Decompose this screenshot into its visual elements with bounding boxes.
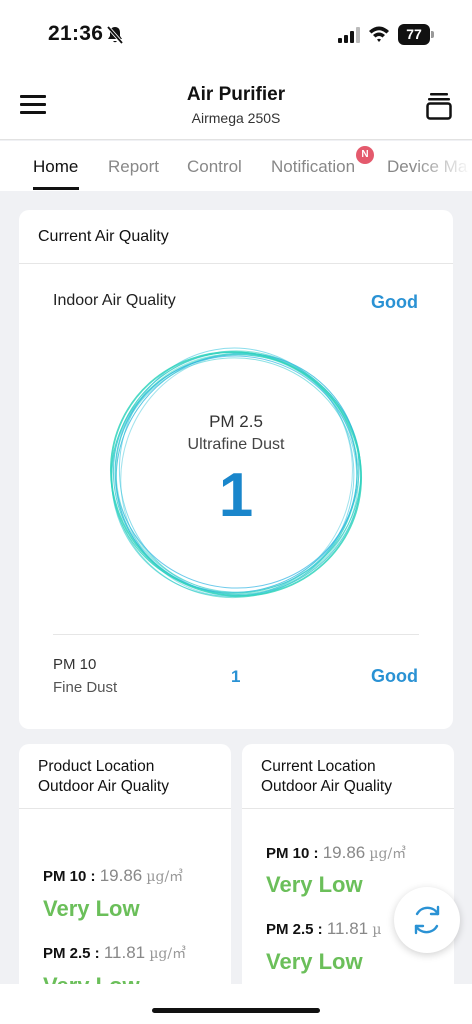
tab-bar: Home Report Control Notification Device … xyxy=(0,141,472,191)
app-header: Air Purifier Airmega 250S xyxy=(0,70,472,140)
current-air-quality-card: Current Air Quality Indoor Air Quality G… xyxy=(19,210,453,729)
refresh-button[interactable] xyxy=(394,887,460,953)
indoor-air-quality-label: Indoor Air Quality xyxy=(53,292,176,309)
product-pm10-row: PM 10 : 19.86 µg/㎥ xyxy=(43,866,183,886)
tab-control[interactable]: Control xyxy=(187,157,242,177)
current-pm25-unit: µ xyxy=(372,922,382,938)
product-location-card[interactable]: Product Location Outdoor Air Quality PM … xyxy=(19,744,231,1004)
current-location-title: Current Location Outdoor Air Quality xyxy=(261,757,392,797)
page-title: Air Purifier xyxy=(186,84,286,105)
home-indicator[interactable] xyxy=(152,1008,320,1013)
active-tab-indicator xyxy=(33,187,79,190)
status-time: 21:36 xyxy=(48,22,104,45)
card-title: Current Air Quality xyxy=(38,228,169,245)
status-bar: 21:36 77 xyxy=(0,0,472,70)
pm10-value: 1 xyxy=(231,667,241,686)
pm25-label: PM 2.5 xyxy=(209,412,263,431)
pm25-sublabel: Ultrafine Dust xyxy=(187,436,285,453)
notification-badge: N xyxy=(356,146,374,164)
battery-level: 77 xyxy=(398,24,430,45)
pm25-value: 1 xyxy=(218,461,254,530)
tab-report[interactable]: Report xyxy=(108,157,159,177)
current-pm25-row: PM 2.5 : 11.81 µ xyxy=(266,919,381,939)
product-pm25-value: 11.81 xyxy=(103,943,146,962)
pm10-sublabel: Fine Dust xyxy=(53,679,118,696)
current-location-title-line2: Outdoor Air Quality xyxy=(261,778,392,795)
product-pm25-unit: µg/㎥ xyxy=(149,946,187,962)
refresh-icon xyxy=(414,905,440,935)
current-pm25-label: PM 2.5 : xyxy=(266,921,323,938)
pm10-status: Good xyxy=(371,666,418,686)
current-pm10-row: PM 10 : 19.86 µg/㎥ xyxy=(266,843,406,863)
product-pm10-unit: µg/㎥ xyxy=(146,869,184,885)
wifi-icon xyxy=(369,26,389,42)
current-pm25-value: 11.81 xyxy=(326,919,369,938)
device-stack-icon[interactable] xyxy=(426,92,452,120)
product-pm10-label: PM 10 : xyxy=(43,868,96,885)
current-pm10-status: Very Low xyxy=(266,872,363,897)
current-pm10-value: 19.86 xyxy=(322,843,366,862)
product-pm25-label: PM 2.5 : xyxy=(43,945,100,962)
header-titles: Air Purifier Airmega 250S xyxy=(0,84,472,126)
signal-icon xyxy=(338,27,360,43)
tab-home[interactable]: Home xyxy=(33,157,78,177)
current-pm10-label: PM 10 : xyxy=(266,845,319,862)
product-pm25-row: PM 2.5 : 11.81 µg/㎥ xyxy=(43,943,186,963)
device-model: Airmega 250S xyxy=(191,110,281,126)
current-location-title-line1: Current Location xyxy=(261,758,376,775)
product-pm10-status: Very Low xyxy=(43,896,140,921)
pm10-label: PM 10 xyxy=(53,656,97,673)
product-location-title: Product Location Outdoor Air Quality xyxy=(38,757,169,797)
product-pm10-value: 19.86 xyxy=(99,866,143,885)
product-location-title-line1: Product Location xyxy=(38,758,155,775)
tab-notification[interactable]: Notification xyxy=(271,157,355,177)
bottom-bar xyxy=(0,984,472,1024)
indoor-air-quality-status: Good xyxy=(371,292,418,312)
battery-icon: 77 xyxy=(398,24,434,45)
current-location-card[interactable]: Current Location Outdoor Air Quality PM … xyxy=(242,744,454,1004)
product-location-title-line2: Outdoor Air Quality xyxy=(38,778,169,795)
bell-off-icon xyxy=(106,25,124,45)
current-pm25-status: Very Low xyxy=(266,949,363,974)
current-pm10-unit: µg/㎥ xyxy=(369,846,407,862)
